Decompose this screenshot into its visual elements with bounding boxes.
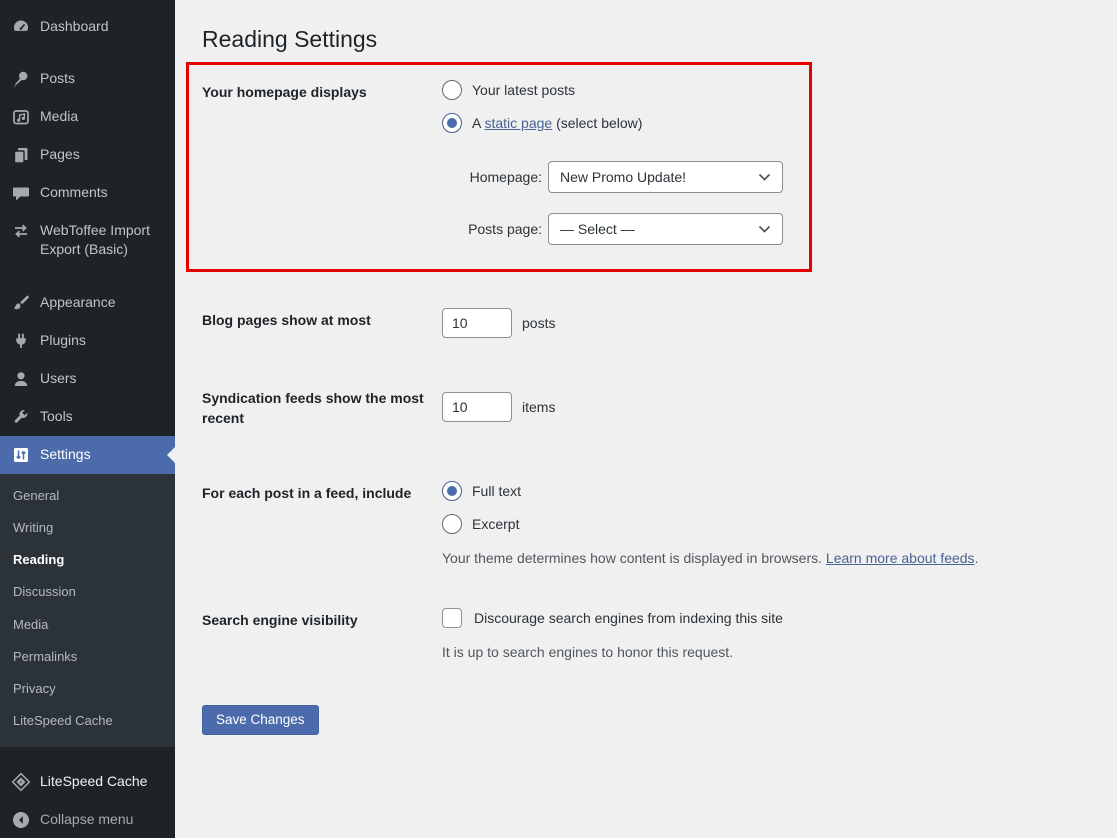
settings-submenu: General Writing Reading Discussion Media…	[0, 474, 175, 748]
sidebar-item-media-settings[interactable]: Media	[0, 609, 175, 641]
comment-icon	[11, 183, 31, 203]
radio-a-static-page[interactable]: A static page (select below)	[442, 113, 783, 133]
sidebar-item-webtoffee-import-export[interactable]: WebToffee Import Export (Basic)	[0, 212, 175, 268]
sidebar-item-label: Media	[40, 107, 169, 126]
sidebar-item-tools[interactable]: Tools	[0, 398, 175, 436]
sidebar-item-label: Settings	[40, 445, 169, 464]
radio-label: Your latest posts	[472, 82, 575, 98]
chevron-down-icon	[758, 173, 771, 182]
sidebar-item-label: Comments	[40, 183, 169, 202]
sidebar-item-reading[interactable]: Reading	[0, 544, 175, 576]
radio-label: Full text	[472, 483, 521, 499]
radio-your-latest-posts[interactable]: Your latest posts	[442, 80, 783, 100]
sidebar-item-litespeed-cache-settings[interactable]: LiteSpeed Cache	[0, 705, 175, 737]
admin-sidebar: Dashboard Posts Media Pages Comments Web…	[0, 0, 175, 838]
static-page-link[interactable]: static page	[484, 115, 552, 131]
wrench-icon	[11, 407, 31, 427]
import-export-icon	[11, 221, 31, 241]
sidebar-item-label: Pages	[40, 145, 169, 164]
page-title: Reading Settings	[202, 24, 1097, 54]
sidebar-item-plugins[interactable]: Plugins	[0, 322, 175, 360]
radio-selected-icon[interactable]	[442, 113, 462, 133]
collapse-icon	[11, 810, 31, 830]
sidebar-item-permalinks[interactable]: Permalinks	[0, 641, 175, 673]
litespeed-icon	[11, 772, 31, 792]
current-menu-arrow	[159, 447, 175, 463]
search-visibility-note: It is up to search engines to honor this…	[442, 643, 783, 663]
sidebar-item-media[interactable]: Media	[0, 98, 175, 136]
sidebar-item-label: LiteSpeed Cache	[40, 772, 169, 791]
homepage-select-value: New Promo Update!	[560, 169, 686, 185]
dashboard-icon	[11, 17, 31, 37]
sidebar-item-litespeed-cache[interactable]: LiteSpeed Cache	[0, 763, 175, 801]
homepage-displays-label: Your homepage displays	[202, 80, 442, 245]
posts-page-select-value: — Select —	[560, 221, 635, 237]
radio-selected-icon[interactable]	[442, 481, 462, 501]
sidebar-item-posts[interactable]: Posts	[0, 60, 175, 98]
homepage-select[interactable]: New Promo Update!	[548, 161, 783, 193]
menu-separator	[0, 46, 175, 60]
blog-pages-unit: posts	[522, 315, 555, 331]
plugin-icon	[11, 331, 31, 351]
settings-icon	[11, 445, 31, 465]
user-icon	[11, 369, 31, 389]
radio-unselected-icon[interactable]	[442, 514, 462, 534]
chevron-down-icon	[758, 225, 771, 234]
radio-full-text[interactable]: Full text	[442, 481, 978, 501]
sidebar-item-label: Users	[40, 369, 169, 388]
sidebar-item-users[interactable]: Users	[0, 360, 175, 398]
sidebar-item-discussion[interactable]: Discussion	[0, 576, 175, 608]
search-visibility-label: Search engine visibility	[202, 608, 442, 663]
pages-icon	[11, 145, 31, 165]
save-changes-button[interactable]: Save Changes	[202, 705, 319, 735]
sidebar-item-writing[interactable]: Writing	[0, 512, 175, 544]
radio-label: A static page (select below)	[472, 115, 642, 131]
sidebar-item-settings[interactable]: Settings	[0, 436, 175, 474]
syndication-unit: items	[522, 399, 555, 415]
discourage-indexing-option[interactable]: Discourage search engines from indexing …	[442, 608, 783, 628]
radio-label: Excerpt	[472, 516, 519, 532]
feed-include-label: For each post in a feed, include	[202, 481, 442, 569]
checkbox-label: Discourage search engines from indexing …	[474, 610, 783, 626]
sidebar-item-pages[interactable]: Pages	[0, 136, 175, 174]
syndication-input[interactable]	[442, 392, 512, 422]
sidebar-item-collapse-menu[interactable]: Collapse menu	[0, 801, 175, 838]
search-visibility-checkbox[interactable]	[442, 608, 462, 628]
sidebar-item-label: Dashboard	[40, 17, 169, 36]
sidebar-item-label: Appearance	[40, 293, 169, 312]
homepage-select-label: Homepage:	[442, 169, 542, 185]
menu-separator	[0, 268, 175, 284]
main-content: Reading Settings Your homepage displays …	[175, 0, 1117, 735]
syndication-label: Syndication feeds show the most recent	[202, 386, 442, 429]
media-icon	[11, 107, 31, 127]
sidebar-item-label: Posts	[40, 69, 169, 88]
sidebar-item-label: WebToffee Import Export (Basic)	[40, 221, 169, 259]
sidebar-item-privacy[interactable]: Privacy	[0, 673, 175, 705]
sidebar-item-label: Tools	[40, 407, 169, 426]
homepage-section-highlight: Your homepage displays Your latest posts…	[186, 62, 812, 272]
sidebar-footer: LiteSpeed Cache Collapse menu	[0, 763, 175, 838]
sidebar-item-comments[interactable]: Comments	[0, 174, 175, 212]
feed-note: Your theme determines how content is dis…	[442, 549, 978, 569]
blog-pages-input[interactable]	[442, 308, 512, 338]
sidebar-item-general[interactable]: General	[0, 480, 175, 512]
sidebar-item-label: Collapse menu	[40, 810, 169, 829]
sidebar-item-dashboard[interactable]: Dashboard	[0, 8, 175, 46]
pin-icon	[11, 69, 31, 89]
sidebar-item-label: Plugins	[40, 331, 169, 350]
posts-page-select-label: Posts page:	[442, 221, 542, 237]
posts-page-select[interactable]: — Select —	[548, 213, 783, 245]
brush-icon	[11, 293, 31, 313]
radio-excerpt[interactable]: Excerpt	[442, 514, 978, 534]
sidebar-item-appearance[interactable]: Appearance	[0, 284, 175, 322]
learn-more-feeds-link[interactable]: Learn more about feeds	[826, 550, 975, 566]
radio-unselected-icon[interactable]	[442, 80, 462, 100]
blog-pages-label: Blog pages show at most	[202, 308, 442, 338]
